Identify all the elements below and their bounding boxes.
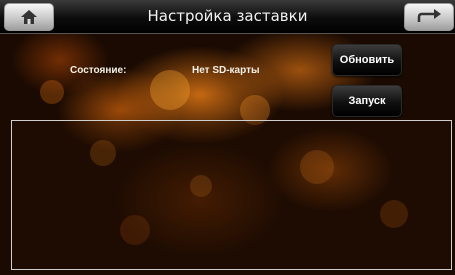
home-icon [5,4,53,30]
back-arrow-icon [405,4,453,30]
bokeh-light [150,70,190,110]
page-title: Настройка заставки [147,7,308,25]
status-label: Состояние: [70,65,127,76]
home-button[interactable] [4,3,54,31]
start-button[interactable]: Запуск [332,85,402,117]
title-bar: Настройка заставки [0,0,455,34]
refresh-button[interactable]: Обновить [332,44,402,76]
status-value: Нет SD-карты [192,65,260,76]
back-button[interactable] [404,3,454,31]
bokeh-light [40,80,64,104]
screensaver-preview [11,120,452,270]
